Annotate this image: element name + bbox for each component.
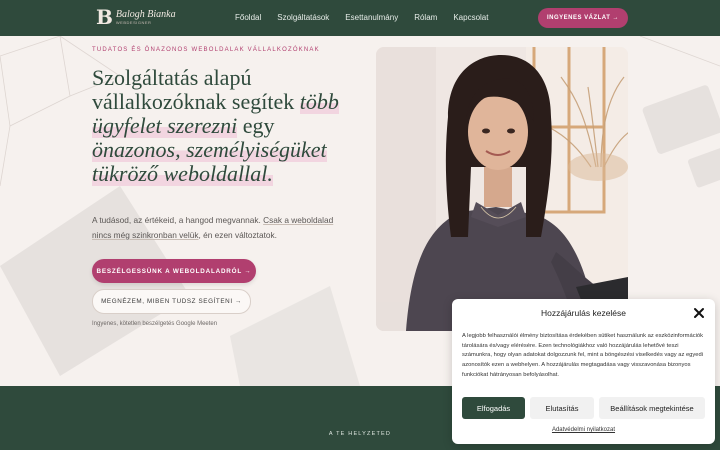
headline-emphasis-2: önazonos, személyiségüket tükröző webold… <box>92 137 327 186</box>
headline-text-2: egy <box>237 113 275 138</box>
logo-name: Balogh Bianka <box>115 8 176 20</box>
cookie-text: A legjobb felhasználói élmény biztosítás… <box>462 333 704 378</box>
main-nav: Főoldal Szolgáltatások Esettanulmány Ról… <box>235 12 504 24</box>
hero-note: Ingyenes, kötetlen beszélgetés Google Me… <box>92 321 218 327</box>
nav-item-case-study[interactable]: Esettanulmány <box>345 12 398 24</box>
logo[interactable]: B Balogh Bianka WEBDESIGNER <box>96 7 176 27</box>
hero-lead: A tudásod, az értékeid, a hangod megvann… <box>92 213 352 243</box>
situation-label: A TE HELYZETED <box>328 431 392 437</box>
nav-item-services[interactable]: Szolgáltatások <box>277 12 329 24</box>
lead-text-1: A tudásod, az értékeid, a hangod megvann… <box>92 215 264 225</box>
accept-button[interactable]: Elfogadás <box>462 397 525 419</box>
talk-about-website-button[interactable]: BESZÉLGESSÜNK A WEBOLDALADRÓL → <box>92 259 256 283</box>
cookie-consent-dialog: Hozzájárulás kezelése A legjobb felhaszn… <box>452 299 715 444</box>
nav-item-about[interactable]: Rólam <box>414 12 437 24</box>
portrait-photo <box>376 47 628 331</box>
free-draft-button[interactable]: INGYENES VÁZLAT → <box>538 8 628 28</box>
headline-text-1: Szolgáltatás alapú vállalkozóknak segíte… <box>92 65 300 114</box>
hero-headline: Szolgáltatás alapú vállalkozóknak segíte… <box>92 66 362 186</box>
privacy-policy-link[interactable]: Adatvédelmi nyilatkozat <box>452 427 715 433</box>
cookie-title: Hozzájárulás kezelése <box>540 308 627 318</box>
logo-text: Balogh Bianka WEBDESIGNER <box>116 9 176 26</box>
logo-mark: B <box>96 5 113 29</box>
logo-subtitle: WEBDESIGNER <box>115 19 152 25</box>
hero-eyebrow: TUDATOS ÉS ÖNAZONOS WEBOLDALAK VÁLLALKOZ… <box>92 47 320 53</box>
nav-item-home[interactable]: Főoldal <box>235 12 261 24</box>
close-icon[interactable] <box>693 307 705 319</box>
lead-text-2: , én ezen változtatok. <box>198 230 277 240</box>
view-preferences-button[interactable]: Beállítások megtekintése <box>599 397 705 419</box>
deny-button[interactable]: Elutasítás <box>530 397 594 419</box>
see-services-button[interactable]: MEGNÉZEM, MIBEN TUDSZ SEGÍTENI → <box>92 289 251 314</box>
site-header: B Balogh Bianka WEBDESIGNER Főoldal Szol… <box>0 0 720 36</box>
nav-item-contact[interactable]: Kapcsolat <box>453 12 488 24</box>
portrait-illustration <box>376 47 628 331</box>
